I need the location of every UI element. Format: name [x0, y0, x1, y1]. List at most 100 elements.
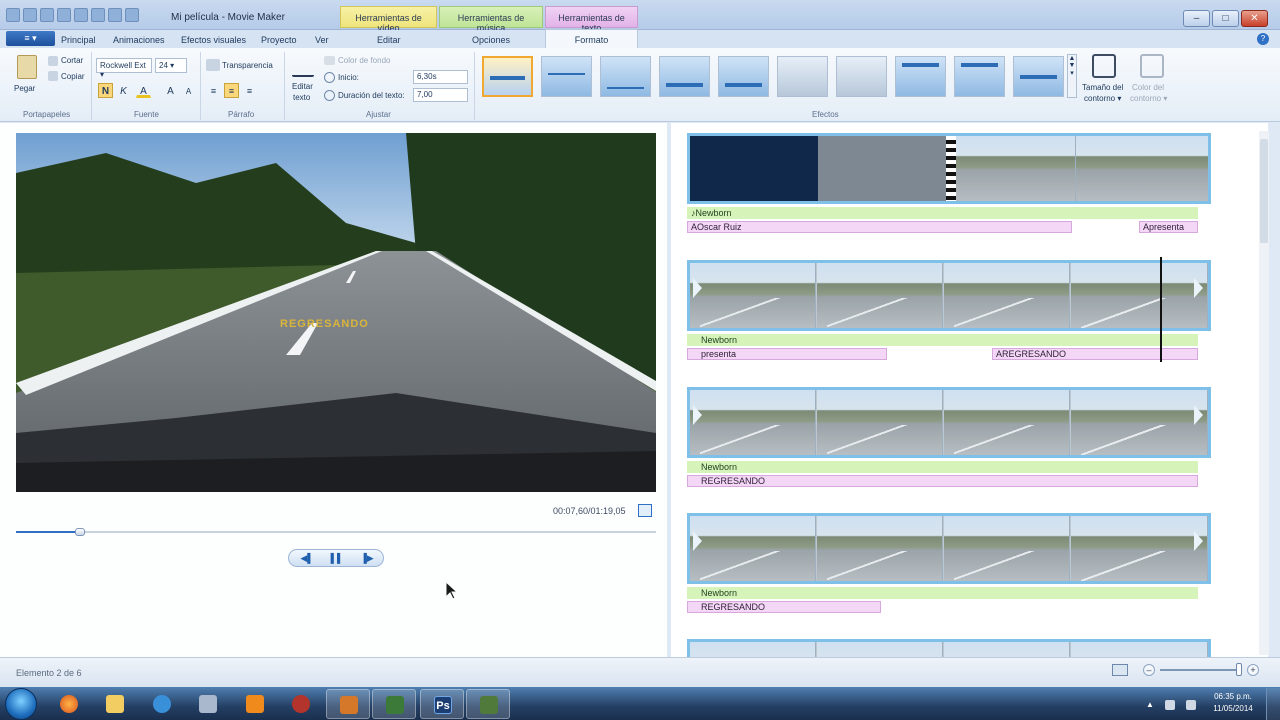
taskbar-vlc[interactable] — [233, 689, 277, 719]
outline-size-button-line1[interactable]: Tamaño del — [1082, 83, 1123, 92]
tab-proyecto[interactable]: Proyecto — [261, 35, 297, 45]
show-desktop-button[interactable] — [1266, 688, 1280, 720]
align-right-button[interactable]: ≡ — [242, 83, 257, 98]
next-frame-button[interactable]: ▐▶ — [353, 551, 381, 566]
music-track[interactable]: ♪Newborn — [687, 207, 1198, 219]
outline-size-icon[interactable] — [1092, 54, 1116, 78]
tray-network-icon[interactable] — [1165, 700, 1175, 710]
redo-icon[interactable] — [57, 8, 71, 22]
music-track[interactable]: Newborn — [687, 587, 1198, 599]
close-button[interactable]: ✕ — [1241, 10, 1268, 27]
tab-formato[interactable]: Formato — [545, 29, 638, 48]
caption-track[interactable]: REGRESANDO — [687, 475, 1198, 487]
edit-text-button-line1[interactable]: Editar — [292, 82, 313, 91]
app-icon[interactable] — [6, 8, 20, 22]
effect-thumb[interactable] — [541, 56, 592, 97]
aspect-ratio-icon[interactable] — [1112, 664, 1128, 676]
taskbar-internet-explorer[interactable] — [140, 689, 184, 719]
save-icon[interactable] — [23, 8, 37, 22]
start-time-input[interactable]: 6,30s — [413, 70, 468, 84]
zoom-out-button[interactable]: – — [1143, 664, 1155, 676]
scrollbar-thumb[interactable] — [1260, 139, 1268, 243]
italic-button[interactable]: K — [116, 83, 131, 98]
cut-label[interactable]: Cortar — [61, 56, 83, 65]
music-track[interactable]: Newborn — [687, 461, 1198, 473]
font-color-button[interactable]: A — [136, 83, 151, 98]
tab-editar[interactable]: Editar — [377, 35, 401, 45]
maximize-button[interactable]: □ — [1212, 10, 1239, 27]
tray-volume-icon[interactable] — [1186, 700, 1196, 710]
system-clock[interactable]: 06:35 p.m. 11/05/2014 — [1206, 691, 1260, 715]
caption-track[interactable]: presenta — [687, 348, 887, 360]
storyboard-clip[interactable] — [687, 513, 1211, 584]
tab-animaciones[interactable]: Animaciones — [113, 35, 165, 45]
tray-expand-icon[interactable]: ▲ — [1145, 700, 1155, 710]
playhead[interactable] — [1160, 257, 1162, 362]
outline-color-button-line1[interactable]: Color del — [1132, 83, 1164, 92]
cut-icon[interactable] — [48, 56, 58, 66]
paste-icon[interactable] — [17, 55, 37, 79]
taskbar-cards[interactable] — [372, 689, 416, 719]
effect-thumb[interactable] — [895, 56, 946, 97]
font-family-select[interactable]: Rockwell Ext ▾ — [96, 58, 152, 79]
transparency-icon[interactable] — [206, 59, 220, 71]
seek-bar-track[interactable] — [16, 531, 656, 533]
zoom-in-button[interactable]: + — [1247, 664, 1259, 676]
tab-efectos-visuales[interactable]: Efectos visuales — [181, 35, 246, 45]
effects-gallery-scroll[interactable]: ▲ ▼ ▾ — [1067, 54, 1077, 98]
align-center-button[interactable]: ≡ — [224, 83, 239, 98]
outline-color-button-line2[interactable]: contorno ▾ — [1130, 94, 1167, 103]
outline-color-icon[interactable] — [1140, 54, 1164, 78]
effect-thumb[interactable] — [777, 56, 828, 97]
grow-font-button[interactable]: A — [163, 83, 178, 98]
taskbar-firefox[interactable] — [47, 689, 91, 719]
transparency-button[interactable]: Transparencia — [222, 61, 273, 70]
effect-thumb[interactable] — [659, 56, 710, 97]
seek-bar-thumb[interactable] — [75, 528, 85, 536]
music-track[interactable]: Newborn — [687, 334, 1198, 346]
caption-track[interactable]: AREGRESANDO — [992, 348, 1198, 360]
bg-color-button[interactable]: Color de fondo — [338, 56, 390, 65]
pause-button[interactable]: ▌▌ — [323, 551, 351, 566]
caption-track[interactable]: REGRESANDO — [687, 601, 881, 613]
storyboard-clip[interactable] — [687, 639, 1211, 657]
tab-principal[interactable]: Principal — [61, 35, 96, 45]
tab-opciones[interactable]: Opciones — [472, 35, 510, 45]
new-project-icon[interactable] — [74, 8, 88, 22]
copy-icon[interactable] — [48, 71, 58, 81]
start-button[interactable] — [5, 688, 37, 720]
snapshot-icon[interactable] — [91, 8, 105, 22]
shrink-font-button[interactable]: A — [181, 83, 196, 98]
storyboard-clip[interactable] — [687, 387, 1211, 458]
effect-thumb[interactable] — [954, 56, 1005, 97]
storyboard-clip[interactable] — [687, 260, 1211, 331]
publish-icon[interactable] — [108, 8, 122, 22]
video-preview[interactable]: REGRESANDO — [16, 133, 656, 492]
caption-track[interactable]: AOscar Ruiz — [687, 221, 1072, 233]
help-icon[interactable]: ? — [1257, 33, 1269, 45]
undo-icon[interactable] — [40, 8, 54, 22]
effect-thumb[interactable] — [600, 56, 651, 97]
taskbar-spider[interactable] — [279, 689, 323, 719]
tab-ver[interactable]: Ver — [315, 35, 329, 45]
copy-label[interactable]: Copiar — [61, 72, 85, 81]
previous-frame-button[interactable]: ◀▌ — [293, 551, 321, 566]
effect-thumb[interactable] — [1013, 56, 1064, 97]
duration-input[interactable]: 7,00 — [413, 88, 468, 102]
edit-text-button-line2[interactable]: texto — [293, 93, 310, 102]
effect-thumb[interactable] — [836, 56, 887, 97]
fullscreen-icon[interactable] — [638, 504, 652, 517]
file-menu-button[interactable]: ≡ ▾ — [6, 31, 55, 46]
taskbar-recorder[interactable] — [466, 689, 510, 719]
outline-size-button-line2[interactable]: contorno ▾ — [1084, 94, 1121, 103]
minimize-button[interactable]: – — [1183, 10, 1210, 27]
taskbar-photoshop[interactable]: Ps — [420, 689, 464, 719]
caption-track[interactable]: Apresenta — [1139, 221, 1198, 233]
bold-button[interactable]: N — [98, 83, 113, 98]
edit-text-icon[interactable] — [292, 55, 314, 77]
taskbar-network[interactable] — [186, 689, 230, 719]
paste-label[interactable]: Pegar — [14, 84, 35, 93]
zoom-slider-track[interactable] — [1160, 669, 1242, 671]
align-left-button[interactable]: ≡ — [206, 83, 221, 98]
effect-thumb[interactable] — [482, 56, 533, 97]
